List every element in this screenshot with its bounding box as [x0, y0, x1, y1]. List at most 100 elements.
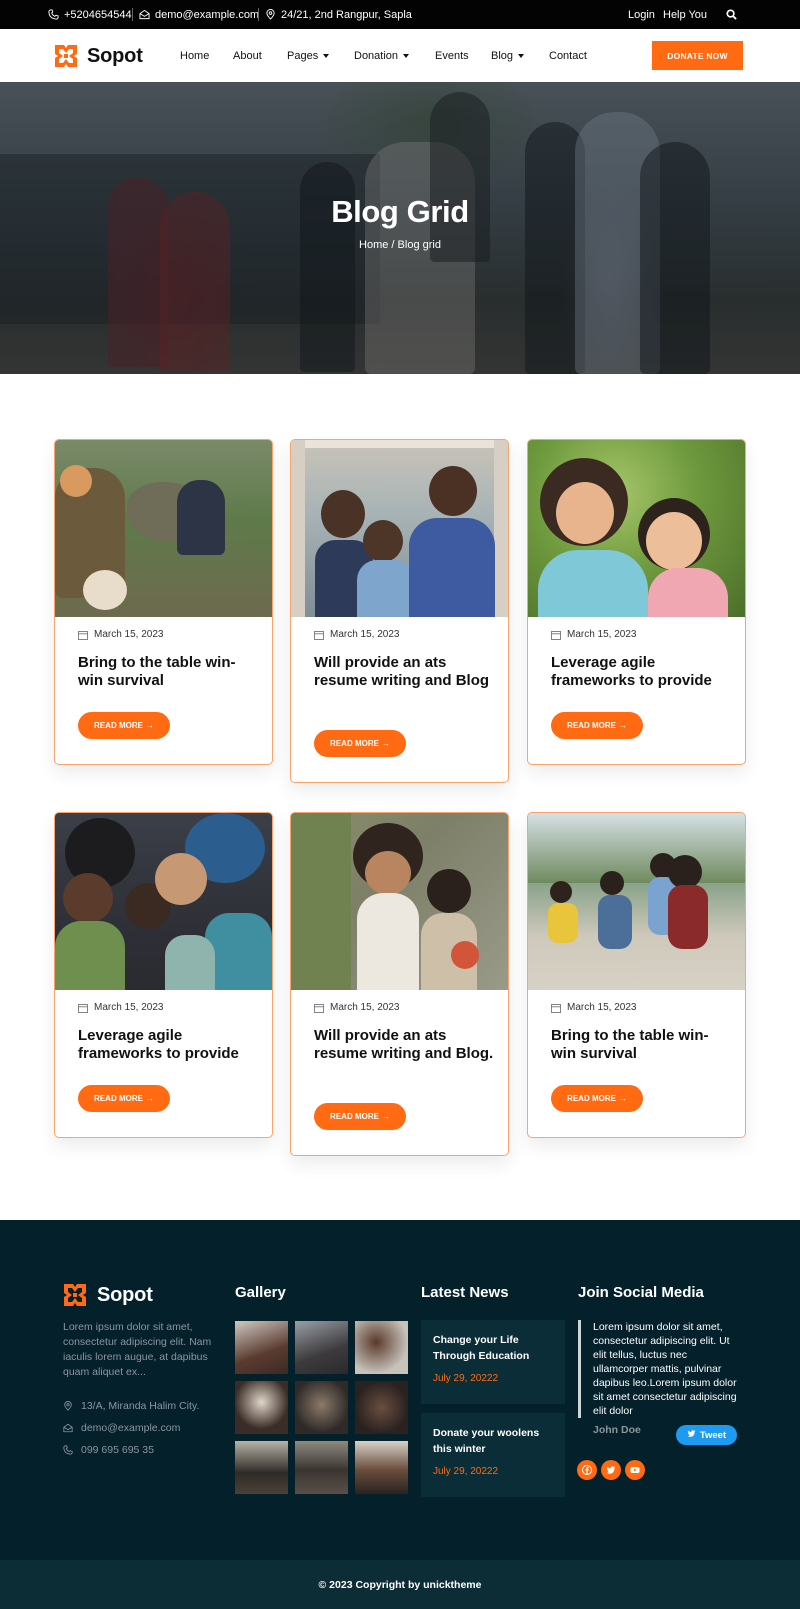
arrow-right-icon: → — [618, 721, 627, 730]
gallery-thumbnail[interactable] — [235, 1441, 288, 1494]
post-date-text: March 15, 2023 — [567, 1002, 637, 1013]
read-more-button[interactable]: READ MORE → — [78, 712, 170, 739]
read-more-button[interactable]: READ MORE → — [78, 1085, 170, 1112]
blog-card-image[interactable] — [55, 813, 272, 990]
tweet-button[interactable]: Tweet — [676, 1425, 737, 1445]
gallery-thumbnail[interactable] — [235, 1321, 288, 1374]
page-title: Blog Grid — [331, 194, 469, 229]
youtube-button[interactable] — [625, 1460, 645, 1480]
post-title[interactable]: Will provide an ats resume writing and B… — [314, 1027, 494, 1063]
blog-card-image[interactable] — [528, 813, 745, 990]
post-date-text: March 15, 2023 — [567, 629, 637, 640]
nav-events-label: Events — [435, 49, 469, 62]
location-pin-icon — [265, 9, 276, 20]
nav-home[interactable]: Home — [180, 50, 233, 62]
twitter-button[interactable] — [601, 1460, 621, 1480]
gallery-thumbnail[interactable] — [295, 1381, 348, 1434]
breadcrumb[interactable]: Home / Blog grid — [0, 239, 800, 251]
chevron-down-icon — [323, 53, 330, 58]
news-title: Change your Life Through Education — [433, 1334, 530, 1362]
mail-icon — [63, 1423, 73, 1433]
arrow-right-icon: → — [618, 1094, 627, 1103]
topbar-divider — [258, 8, 259, 21]
twitter-icon — [687, 1429, 696, 1441]
nav-blog[interactable]: Blog — [491, 50, 549, 62]
post-date-text: March 15, 2023 — [94, 1002, 164, 1013]
blog-card-image[interactable] — [291, 440, 508, 617]
donate-now-button[interactable]: DONATE NOW — [652, 41, 743, 70]
gallery-thumbnail[interactable] — [295, 1441, 348, 1494]
post-title[interactable]: Bring to the table win-win survival — [551, 1027, 731, 1063]
main-navbar: Sopot Home About Pages Donation Events B… — [0, 29, 800, 82]
footer-brand-logo[interactable]: Sopot — [63, 1283, 153, 1307]
news-date: July 29, 20222 — [433, 1466, 499, 1477]
twitter-icon — [606, 1465, 616, 1475]
nav-about[interactable]: About — [233, 50, 287, 62]
blog-card: March 15, 2023 Leverage agile frameworks… — [54, 812, 273, 1138]
topbar-address: 24/21, 2nd Rangpur, Sapla — [265, 0, 412, 29]
social-heading: Join Social Media — [578, 1284, 704, 1301]
news-item[interactable]: Change your Life Through Education July … — [421, 1320, 565, 1404]
nav-donation[interactable]: Donation — [354, 50, 435, 62]
news-item[interactable]: Donate your woolens this winter July 29,… — [421, 1413, 565, 1497]
copyright-text: © 2023 Copyright by unicktheme — [318, 1578, 482, 1591]
nav-contact[interactable]: Contact — [549, 50, 587, 62]
blog-card-image[interactable] — [55, 440, 272, 617]
arrow-right-icon: → — [145, 1094, 154, 1103]
gallery-thumbnail[interactable] — [235, 1381, 288, 1434]
topbar-email-text: demo@example.com — [155, 8, 260, 21]
post-title[interactable]: Will provide an ats resume writing and B… — [314, 654, 494, 690]
read-more-button[interactable]: READ MORE → — [551, 1085, 643, 1112]
post-date: March 15, 2023 — [314, 629, 400, 640]
calendar-icon — [551, 630, 561, 640]
login-link-label: Login — [628, 8, 655, 21]
topbar-search-button[interactable] — [726, 0, 737, 29]
calendar-icon — [78, 1003, 88, 1013]
read-more-label: READ MORE — [330, 1112, 379, 1121]
topbar-email[interactable]: demo@example.com — [139, 0, 259, 29]
calendar-icon — [551, 1003, 561, 1013]
gallery-heading: Gallery — [235, 1284, 286, 1301]
footer-phone[interactable]: 099 695 695 35 — [63, 1444, 154, 1456]
topbar-phone-text: +5204654544 — [64, 8, 132, 21]
tweet-label: Tweet — [699, 1429, 727, 1441]
read-more-button[interactable]: READ MORE → — [551, 712, 643, 739]
footer-address: 13/A, Miranda Halim City. — [63, 1400, 199, 1412]
post-title[interactable]: Leverage agile frameworks to provide — [78, 1027, 258, 1063]
post-date: March 15, 2023 — [78, 629, 164, 640]
blog-card: March 15, 2023 Bring to the table win-wi… — [527, 812, 746, 1138]
gallery-thumbnail[interactable] — [355, 1441, 408, 1494]
footer-phone-text: 099 695 695 35 — [81, 1444, 154, 1456]
post-title[interactable]: Leverage agile frameworks to provide — [551, 654, 731, 690]
read-more-button[interactable]: READ MORE → — [314, 730, 406, 757]
facebook-button[interactable] — [577, 1460, 597, 1480]
read-more-label: READ MORE — [567, 1094, 616, 1103]
logo-icon — [55, 45, 77, 67]
blog-card-image[interactable] — [528, 440, 745, 617]
post-title[interactable]: Bring to the table win-win survival — [78, 654, 258, 690]
latest-news-heading: Latest News — [421, 1284, 509, 1301]
gallery-thumbnail[interactable] — [295, 1321, 348, 1374]
help-link-label: Help You — [663, 8, 708, 21]
nav-events[interactable]: Events — [435, 50, 491, 62]
news-date: July 29, 20222 — [433, 1373, 499, 1384]
login-link[interactable]: Login — [628, 0, 655, 29]
brand-logo[interactable]: Sopot — [54, 42, 143, 70]
footer-about-text: Lorem ipsum dolor sit amet, consectetur … — [63, 1321, 212, 1378]
calendar-icon — [78, 630, 88, 640]
gallery-thumbnail[interactable] — [355, 1381, 408, 1434]
help-link[interactable]: Help You — [663, 0, 707, 29]
nav-home-label: Home — [180, 49, 210, 62]
read-more-button[interactable]: READ MORE → — [314, 1103, 406, 1130]
blog-card: March 15, 2023 Bring to the table win-wi… — [54, 439, 273, 765]
phone-icon — [48, 9, 59, 20]
site-footer: Sopot Lorem ipsum dolor sit amet, consec… — [0, 1220, 800, 1560]
blog-card-image[interactable] — [291, 813, 508, 990]
gallery-thumbnail[interactable] — [355, 1321, 408, 1374]
topbar-address-text: 24/21, 2nd Rangpur, Sapla — [281, 8, 412, 21]
nav-menu: Home About Pages Donation Events Blog Co… — [180, 29, 587, 82]
footer-email[interactable]: demo@example.com — [63, 1422, 180, 1434]
read-more-label: READ MORE — [567, 721, 616, 730]
nav-pages[interactable]: Pages — [287, 50, 354, 62]
topbar-phone[interactable]: +5204654544 — [48, 0, 132, 29]
